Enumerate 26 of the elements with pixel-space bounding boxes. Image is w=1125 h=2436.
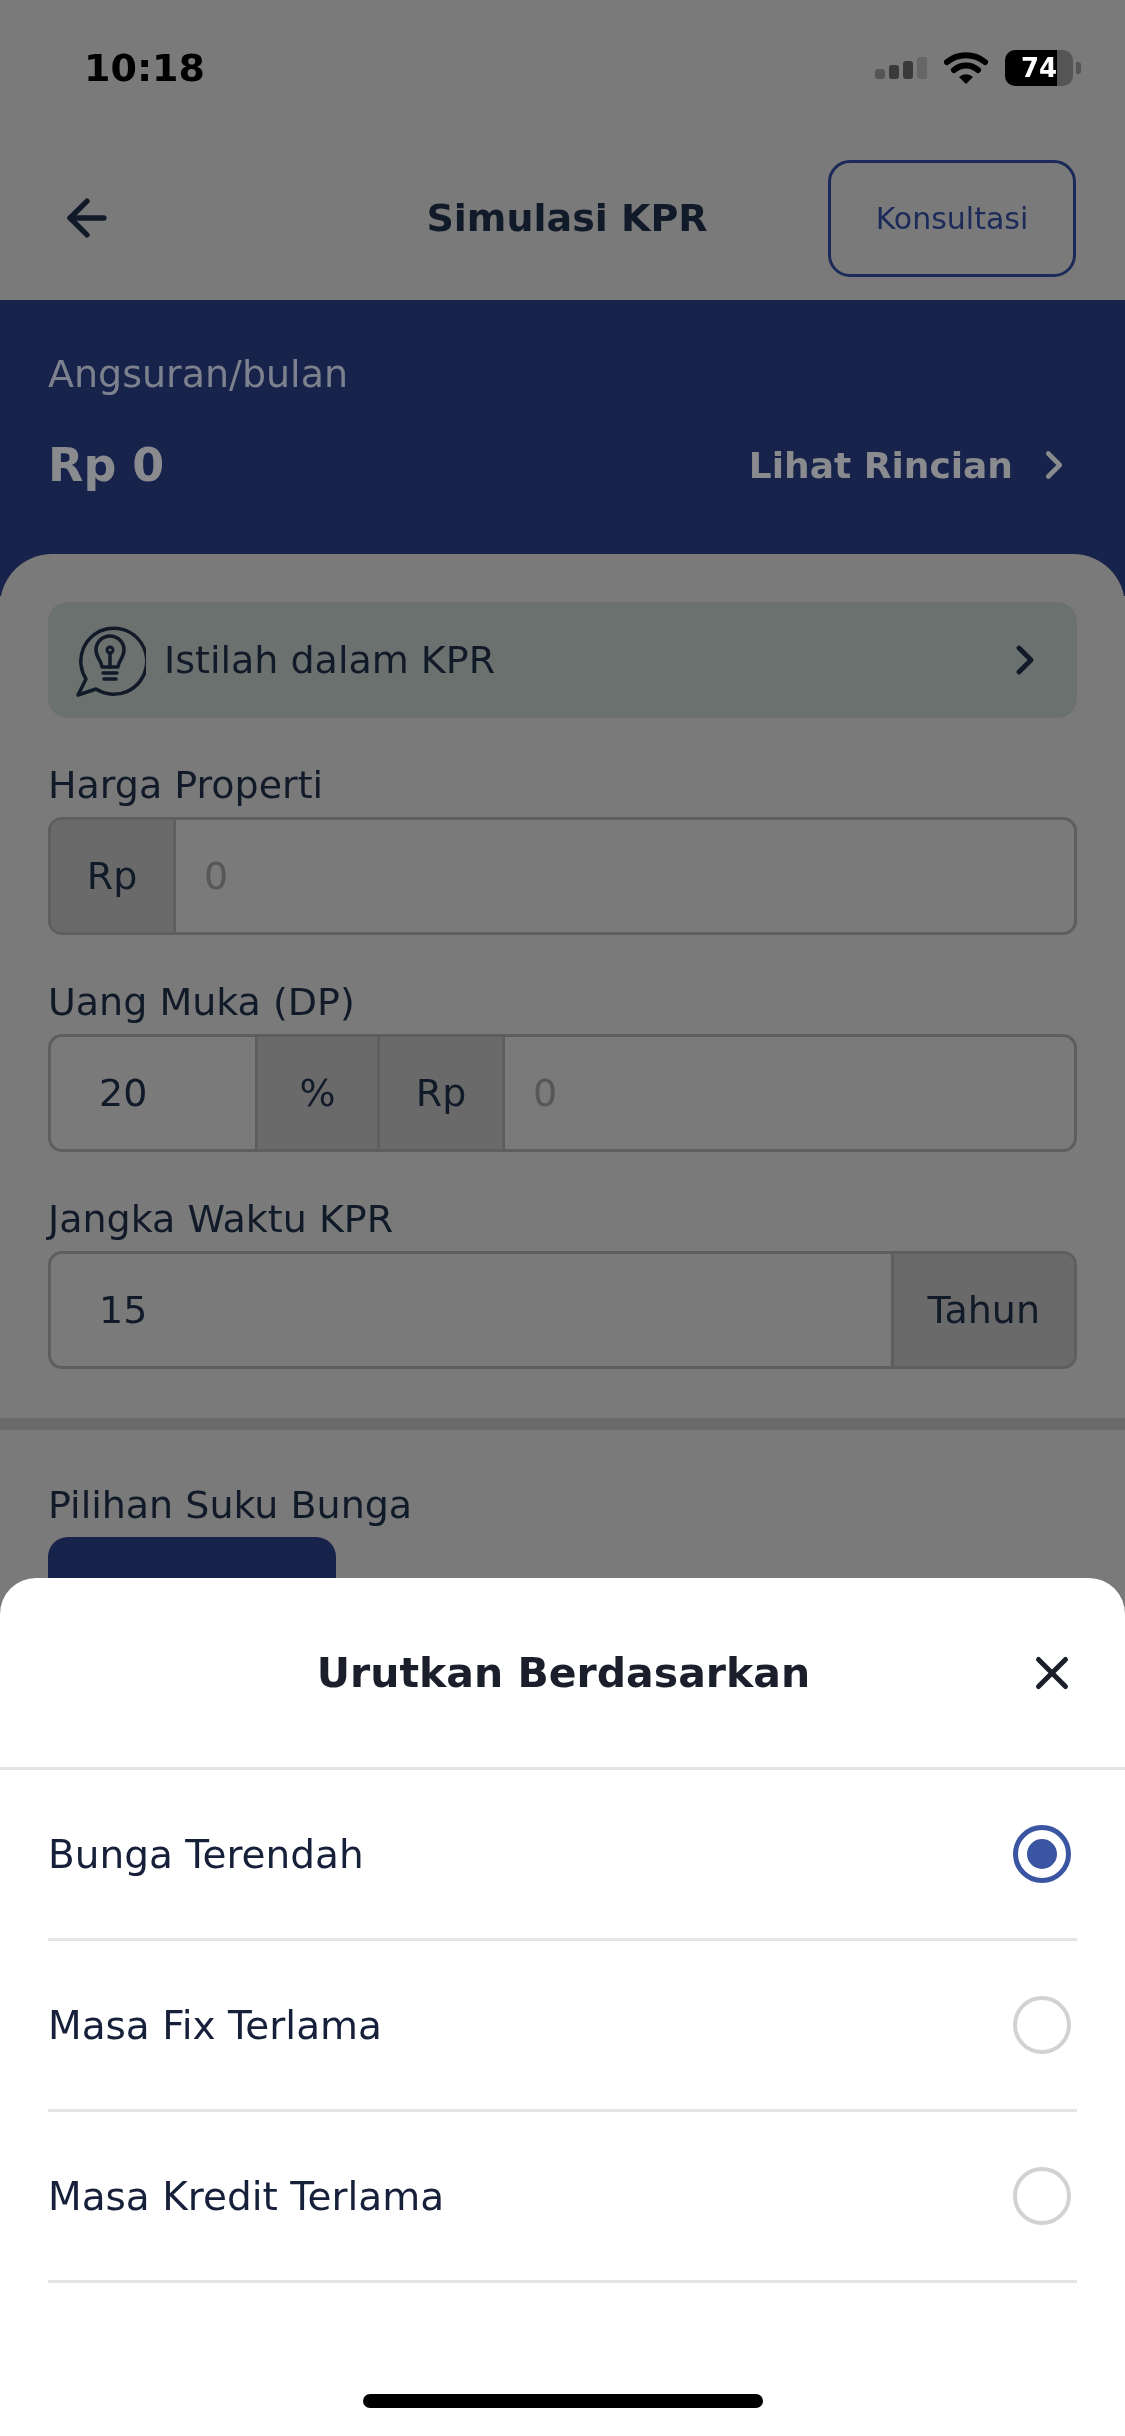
wifi-icon [943,51,989,85]
unit-label: Tahun [890,1254,1074,1366]
screen-title: Simulasi KPR [426,196,708,240]
battery-indicator: 74 [1005,50,1081,86]
section-label: Pilihan Suku Bunga [48,1482,414,1529]
radio-button[interactable] [1013,1825,1071,1883]
unit-label: Rp [380,1037,505,1149]
glossary-banner[interactable]: Istilah dalam KPR [48,602,1077,718]
field-label: Harga Properti [48,762,325,809]
installment-label: Angsuran/bulan [48,351,349,398]
signal-icon [875,57,927,79]
sort-option[interactable]: Masa Kredit Terlama [48,2112,1077,2283]
unit-label: % [255,1037,380,1149]
sheet-title: Urutkan Berdasarkan [316,1648,811,1697]
sort-option[interactable]: Bunga Terendah [48,1770,1077,1941]
input-group[interactable]: 15 Tahun [48,1251,1077,1369]
field-label: Uang Muka (DP) [48,979,356,1026]
sort-option[interactable]: Masa Fix Terlama [48,1941,1077,2112]
installment-amount: Rp 0 [48,438,165,492]
unit-label: Rp [51,820,176,932]
consultation-button[interactable]: Konsultasi [828,159,1076,277]
input-field[interactable]: 15 [51,1254,891,1366]
view-details-link[interactable]: Lihat Rincian [748,442,1077,488]
input-field[interactable]: 20 [51,1037,255,1149]
status-time: 10:18 [84,46,205,90]
field-label: Jangka Waktu KPR [48,1196,395,1243]
